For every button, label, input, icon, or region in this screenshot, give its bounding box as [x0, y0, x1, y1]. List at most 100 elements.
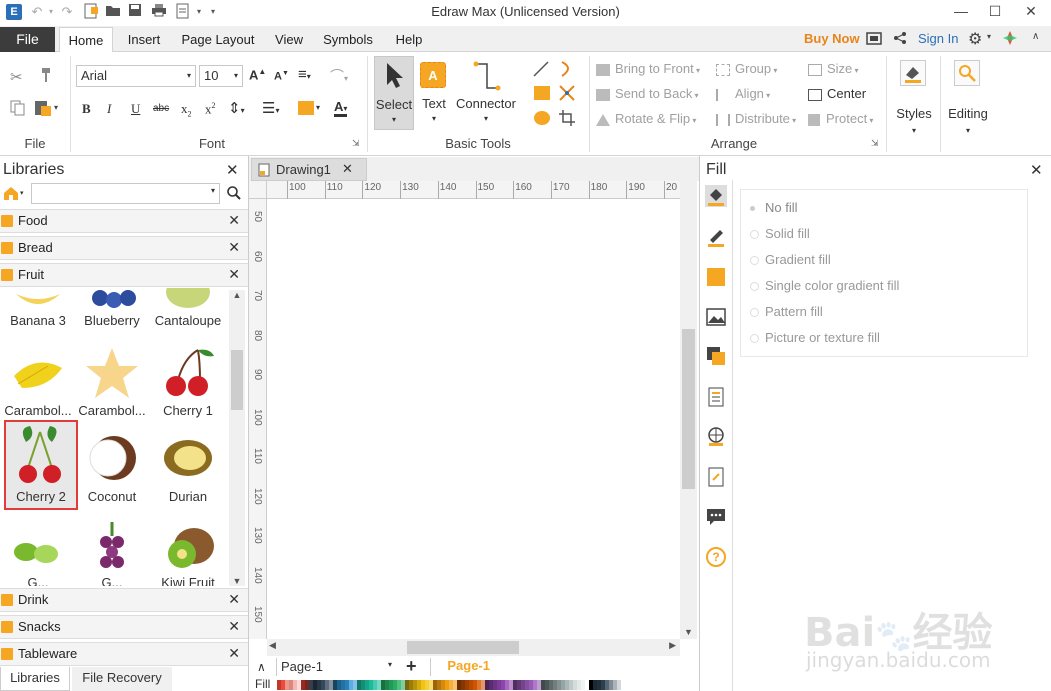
fill-option-no-fill[interactable]: No fill	[750, 200, 798, 215]
group-button[interactable]: Group ▾	[716, 61, 777, 76]
format-painter-icon[interactable]	[36, 67, 52, 86]
library-category-bread[interactable]: Bread ✕	[0, 236, 248, 260]
scroll-right-icon[interactable]: ▶	[669, 640, 676, 651]
shape-cherry-1[interactable]: Cherry 1	[150, 338, 226, 422]
file-menu-button[interactable]: File	[0, 27, 55, 52]
library-scrollbar[interactable]: ▲ ▼	[229, 290, 245, 586]
shrink-font-icon[interactable]: A▼	[274, 70, 289, 83]
scroll-up-icon[interactable]: ▲	[229, 290, 245, 300]
tab-page-layout[interactable]: Page Layout	[176, 27, 260, 52]
font-size-select[interactable]: 10 ▾	[199, 65, 243, 87]
text-highlight-icon[interactable]	[298, 101, 314, 115]
fill-option-picture-texture[interactable]: Picture or texture fill	[750, 330, 880, 345]
page-properties-icon[interactable]	[705, 386, 727, 408]
styles-button[interactable]: Styles ▾	[892, 58, 936, 142]
subscript-icon[interactable]: x2	[181, 101, 192, 119]
scroll-left-icon[interactable]: ◀	[269, 640, 276, 651]
library-category-drink[interactable]: Drink ✕	[0, 588, 248, 612]
superscript-icon[interactable]: x2	[205, 101, 216, 117]
tab-view[interactable]: View	[268, 27, 310, 52]
library-category-fruit[interactable]: Fruit ✕	[0, 263, 248, 287]
maximize-button[interactable]: ☐	[980, 0, 1010, 24]
rotate-flip-button[interactable]: Rotate & Flip ▾	[596, 111, 696, 126]
canvas-horizontal-scrollbar[interactable]: ◀ ▶	[267, 639, 680, 656]
ribbon-collapse-icon[interactable]: ∧	[1032, 31, 1039, 42]
rectangle-tool-icon[interactable]	[534, 86, 550, 100]
scroll-thumb[interactable]	[231, 350, 243, 410]
close-icon[interactable]: ✕	[228, 618, 240, 635]
image-icon[interactable]	[705, 306, 727, 328]
shape-grape-2[interactable]: G...	[74, 510, 150, 586]
hyperlink-globe-icon[interactable]	[705, 425, 727, 447]
close-icon[interactable]: ✕	[228, 266, 240, 283]
apps-icon[interactable]	[1002, 30, 1018, 46]
sign-in-link[interactable]: Sign In	[918, 31, 958, 46]
fill-option-gradient-fill[interactable]: Gradient fill	[750, 252, 831, 267]
shape-blueberry[interactable]: Blueberry	[74, 288, 150, 332]
shape-kiwi-fruit[interactable]: Kiwi Fruit	[150, 510, 226, 586]
select-tool-button[interactable]: Select ▾	[374, 56, 414, 130]
send-to-back-button[interactable]: Send to Back ▾	[596, 86, 699, 101]
close-icon[interactable]: ✕	[228, 591, 240, 608]
line-tool-icon[interactable]	[532, 60, 550, 81]
text-direction-icon[interactable]: ⌒▾	[330, 66, 348, 86]
fill-option-solid-fill[interactable]: Solid fill	[750, 226, 810, 241]
share-icon[interactable]	[893, 31, 907, 48]
close-icon[interactable]: ✕	[228, 212, 240, 229]
protect-button[interactable]: Protect ▾	[808, 111, 873, 126]
page-bar-collapse-icon[interactable]: ∧	[257, 660, 266, 674]
bullets-icon[interactable]: ☰▾	[262, 99, 279, 117]
close-window-button[interactable]: ✕	[1016, 0, 1046, 24]
copy-icon[interactable]	[10, 100, 26, 119]
underline-icon[interactable]: U	[131, 101, 140, 117]
page-tab-active[interactable]: Page-1	[430, 658, 490, 676]
layers-icon[interactable]	[705, 345, 727, 367]
font-color-icon[interactable]: A▾	[334, 99, 348, 117]
color-swatch[interactable]	[617, 680, 621, 690]
library-home-dropdown-icon[interactable]: ▾	[20, 189, 24, 197]
close-icon[interactable]: ✕	[228, 645, 240, 662]
center-button[interactable]: Center	[808, 86, 866, 101]
shadow-icon[interactable]	[705, 266, 727, 288]
tab-libraries[interactable]: Libraries	[0, 667, 70, 691]
close-libraries-icon[interactable]: ✕	[226, 161, 239, 179]
scroll-thumb[interactable]	[682, 329, 695, 489]
library-home-icon[interactable]	[3, 185, 19, 204]
shape-banana-3[interactable]: Banana 3	[0, 288, 76, 332]
shape-cantaloupe[interactable]: Cantaloupe	[150, 288, 226, 332]
size-button[interactable]: Size ▾	[808, 61, 859, 76]
connector-tool-button[interactable]: Connector ▾	[454, 56, 518, 130]
add-page-icon[interactable]: +	[406, 657, 417, 675]
line-style-icon[interactable]	[705, 226, 727, 248]
fill-option-single-color-gradient[interactable]: Single color gradient fill	[750, 278, 899, 293]
library-category-food[interactable]: Food ✕	[0, 209, 248, 233]
italic-icon[interactable]: I	[107, 101, 111, 117]
editing-button[interactable]: Editing ▾	[944, 58, 992, 142]
scroll-thumb[interactable]	[407, 641, 519, 654]
settings-dropdown-icon[interactable]: ▾	[987, 32, 991, 41]
note-icon[interactable]	[705, 466, 727, 488]
document-tab[interactable]: Drawing1 ✕	[251, 158, 367, 181]
shape-cherry-2[interactable]: Cherry 2	[4, 420, 78, 510]
close-fill-panel-icon[interactable]: ✕	[1030, 161, 1043, 179]
color-palette[interactable]	[277, 679, 632, 690]
paste-icon[interactable]	[34, 99, 52, 120]
ellipse-tool-icon[interactable]	[534, 111, 550, 125]
fill-option-pattern-fill[interactable]: Pattern fill	[750, 304, 823, 319]
canvas-vertical-scrollbar[interactable]: ▼	[680, 181, 697, 639]
help-icon[interactable]: ?	[705, 546, 727, 568]
highlight-dropdown-icon[interactable]: ▾	[316, 103, 320, 112]
minimize-button[interactable]: —	[946, 0, 976, 24]
line-spacing-icon[interactable]: ⇕▾	[228, 99, 245, 117]
tab-help[interactable]: Help	[388, 27, 430, 52]
tab-insert[interactable]: Insert	[118, 27, 170, 52]
tab-home[interactable]: Home	[59, 27, 113, 52]
tab-file-recovery[interactable]: File Recovery	[72, 667, 172, 691]
cart-icon[interactable]	[866, 31, 882, 48]
bring-to-front-button[interactable]: Bring to Front ▾	[596, 61, 700, 76]
scroll-down-icon[interactable]: ▼	[680, 627, 697, 637]
close-icon[interactable]: ✕	[228, 239, 240, 256]
buy-now-link[interactable]: Buy Now	[804, 31, 860, 46]
grow-font-icon[interactable]: A▲	[249, 67, 266, 82]
strikethrough-icon[interactable]: abc	[153, 103, 169, 114]
